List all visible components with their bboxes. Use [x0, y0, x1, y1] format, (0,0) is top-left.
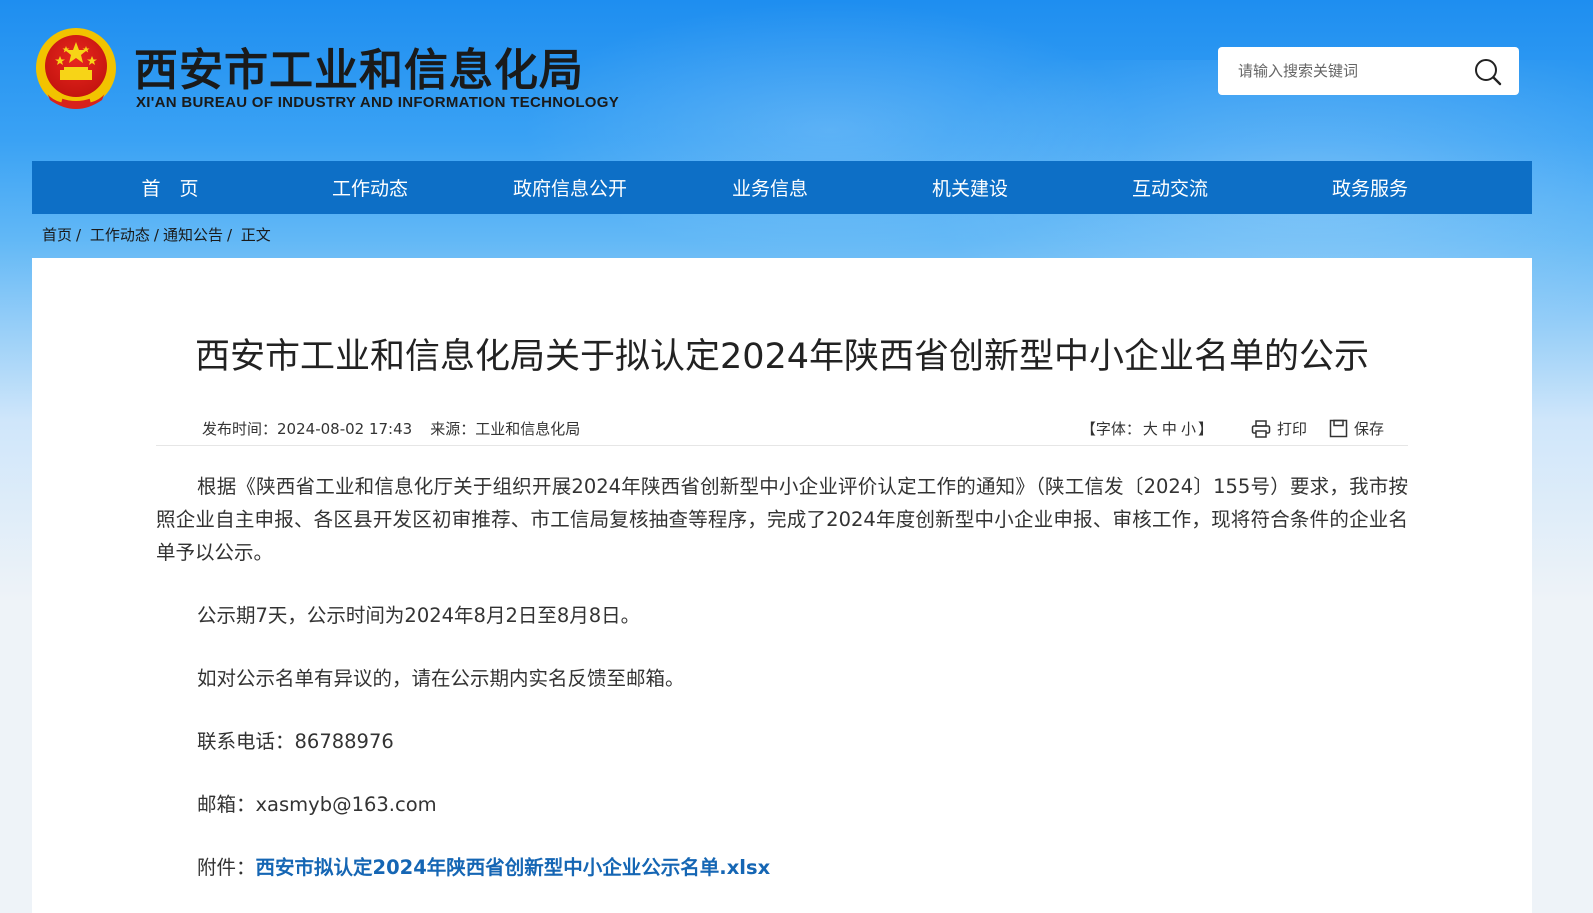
- phone-label: 联系电话：: [197, 730, 295, 753]
- publish-time-label: 发布时间：: [202, 420, 278, 438]
- breadcrumb-notices[interactable]: 通知公告: [163, 226, 223, 244]
- article-title: 西安市工业和信息化局关于拟认定2024年陕西省创新型中小企业名单的公示: [194, 337, 1370, 377]
- paragraph-period: 公示期7天，公示时间为2024年8月2日至8月8日。: [197, 604, 641, 627]
- publish-time: 2024-08-02 17:43: [277, 420, 413, 438]
- search-input[interactable]: [1238, 57, 1468, 85]
- font-size-label-close: 】: [1197, 420, 1213, 438]
- main-nav: 首 页 工作动态 政府信息公开 业务信息 机关建设 互动交流 政务服务: [32, 161, 1532, 214]
- article-body: 根据《陕西省工业和信息化厅关于组织开展2024年陕西省创新型中小企业评价认定工作…: [156, 470, 1408, 884]
- nav-item-interaction[interactable]: 互动交流: [1070, 174, 1270, 201]
- site-subtitle: XI'AN BUREAU OF INDUSTRY AND INFORMATION…: [136, 94, 620, 111]
- phone-number: 86788976: [294, 730, 394, 753]
- paragraph-email: 邮箱：xasmyb@163.com: [156, 788, 1408, 821]
- article-tools: 【字体：大中小】 打印 保存: [1081, 418, 1384, 439]
- nav-item-business-info[interactable]: 业务信息: [670, 174, 870, 201]
- print-button[interactable]: 打印: [1251, 418, 1307, 439]
- breadcrumb-work-news[interactable]: 工作动态: [90, 226, 150, 244]
- save-icon: [1329, 419, 1348, 438]
- save-button[interactable]: 保存: [1329, 418, 1384, 439]
- search-icon[interactable]: [1473, 57, 1503, 87]
- attachment-link[interactable]: 西安市拟认定2024年陕西省创新型中小企业公示名单.xlsx: [256, 856, 771, 879]
- attachment-label: 附件：: [197, 856, 256, 879]
- font-size-control: 【字体：大中小】: [1081, 418, 1213, 439]
- breadcrumb-home[interactable]: 首页: [42, 226, 72, 244]
- font-size-label-open: 【字体：: [1080, 420, 1141, 438]
- font-size-medium[interactable]: 中: [1162, 420, 1177, 438]
- source: 工业和信息化局: [475, 420, 581, 438]
- breadcrumb: 首页 / 工作动态 / 通知公告 / 正文: [42, 224, 271, 245]
- nav-item-organ-building[interactable]: 机关建设: [870, 174, 1070, 201]
- printer-icon: [1251, 419, 1271, 438]
- font-size-large[interactable]: 大: [1143, 420, 1158, 438]
- paragraph-intro: 根据《陕西省工业和信息化厅关于组织开展2024年陕西省创新型中小企业评价认定工作…: [156, 475, 1408, 564]
- article-meta: 发布时间：2024-08-02 17:43 来源：工业和信息化局 【字体：大中小】…: [156, 410, 1408, 446]
- breadcrumb-separator: /: [153, 226, 159, 244]
- paragraph-phone: 联系电话：86788976: [156, 725, 1408, 758]
- email-label: 邮箱：: [197, 793, 256, 816]
- site-title[interactable]: 西安市工业和信息化局: [134, 34, 584, 98]
- nav-item-work-news[interactable]: 工作动态: [270, 174, 470, 201]
- article-container: 西安市工业和信息化局关于拟认定2024年陕西省创新型中小企业名单的公示 发布时间…: [32, 258, 1532, 913]
- font-size-small[interactable]: 小: [1181, 420, 1196, 438]
- email-address: xasmyb@163.com: [255, 793, 437, 816]
- nav-item-gov-info[interactable]: 政府信息公开: [470, 174, 670, 201]
- breadcrumb-current: 正文: [240, 226, 271, 244]
- search-box: [1218, 47, 1519, 95]
- site-header: 西安市工业和信息化局 XI'AN BUREAU OF INDUSTRY AND …: [0, 0, 1593, 160]
- print-label: 打印: [1276, 420, 1307, 438]
- paragraph-attachment: 附件：西安市拟认定2024年陕西省创新型中小企业公示名单.xlsx: [156, 851, 1408, 884]
- breadcrumb-separator: /: [76, 226, 82, 244]
- national-emblem-icon[interactable]: [32, 26, 120, 116]
- paragraph-feedback: 如对公示名单有异议的，请在公示期内实名反馈至邮箱。: [197, 667, 685, 690]
- nav-item-gov-services[interactable]: 政务服务: [1270, 174, 1470, 201]
- save-label: 保存: [1353, 420, 1384, 438]
- nav-item-home[interactable]: 首 页: [70, 174, 270, 201]
- article-meta-info: 发布时间：2024-08-02 17:43 来源：工业和信息化局: [202, 418, 580, 439]
- source-label: 来源：: [430, 420, 476, 438]
- breadcrumb-separator: /: [226, 226, 233, 244]
